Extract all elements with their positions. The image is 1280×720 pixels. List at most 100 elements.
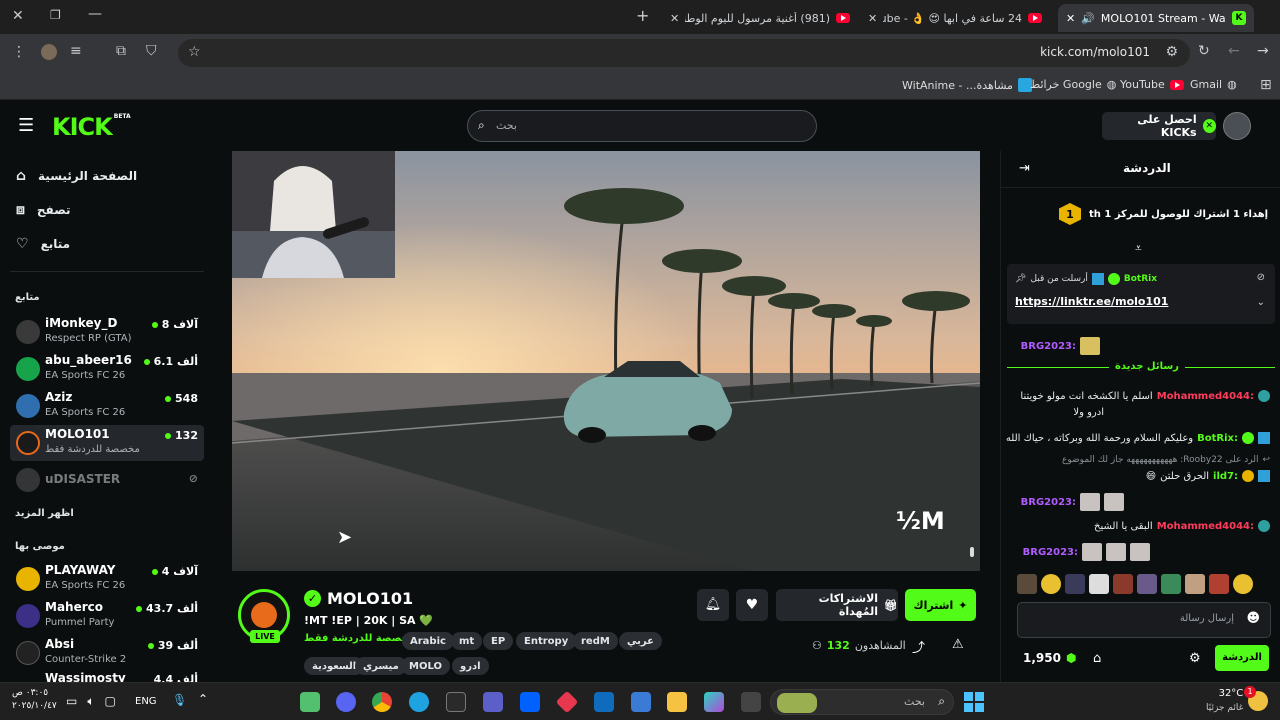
send-chat-button[interactable]: الدردشة	[1215, 645, 1269, 671]
profile-avatar[interactable]	[41, 44, 57, 60]
pinned-message[interactable]: 📌︎ أرسلت من قبل BotRix https://linktr.ee…	[1007, 264, 1275, 324]
recommended-channel-playaway[interactable]: PLAYAWAY EA Sports FC 26 آلاف 4	[10, 561, 204, 597]
collapse-chat-icon[interactable]: ⇥	[1019, 161, 1030, 176]
language-indicator[interactable]: ENG	[135, 696, 157, 707]
tab-national-song[interactable]: ✕ (981) أغنية مرسول لليوم الوطني	[662, 4, 858, 32]
bookmark-witanime[interactable]: مشاهدة... - WitAnime	[902, 78, 1032, 92]
volume-icon[interactable]	[970, 547, 974, 557]
chevron-down-icon[interactable]: ⌄	[1257, 297, 1265, 308]
channel-name[interactable]: MOLO101	[327, 589, 413, 608]
tag-molo[interactable]: MOLO	[401, 657, 450, 675]
user-avatar[interactable]	[1223, 112, 1251, 140]
close-tab-icon[interactable]: ✕	[1066, 12, 1075, 25]
close-tab-icon[interactable]: ✕	[868, 12, 877, 25]
search-input[interactable]: ⌕ بحث	[467, 110, 817, 142]
following-channel-aziz[interactable]: Aziz EA Sports FC 26 548	[10, 388, 204, 424]
tag-maysari[interactable]: ميسري	[355, 657, 407, 675]
reload-icon[interactable]: ↻	[1198, 43, 1210, 59]
hamburger-menu-icon[interactable]: ☰	[18, 115, 34, 136]
shield-icon[interactable]: ⛉	[146, 43, 157, 59]
edge-icon[interactable]	[409, 692, 429, 712]
extensions-icon[interactable]: ⧉	[116, 43, 126, 59]
weather-widget[interactable]: 32°C غائم جزئيًا	[1206, 687, 1243, 715]
start-button[interactable]	[964, 692, 984, 712]
tag-arabi[interactable]: عربي	[619, 632, 662, 650]
close-tab-icon[interactable]: ✕	[670, 12, 679, 25]
pinned-link[interactable]: https://linktr.ee/molo101	[1015, 295, 1168, 308]
bookmark-youtube[interactable]: YouTube	[1120, 78, 1184, 91]
chrome-icon[interactable]	[372, 692, 392, 712]
apps-grid-icon[interactable]: ⊞	[1260, 77, 1272, 93]
file-explorer-icon[interactable]	[667, 692, 687, 712]
task-view-icon[interactable]	[741, 692, 761, 712]
nav-browse[interactable]: ⧈ تصفح	[16, 199, 71, 221]
hide-pinned-icon[interactable]: ⊘	[1257, 272, 1265, 283]
outlook-icon[interactable]	[594, 692, 614, 712]
sub-goal-banner[interactable]: 1 إهداء 1 اشتراك للوصول للمركز 1 th	[1059, 203, 1268, 225]
store-icon[interactable]	[631, 692, 651, 712]
stream-category[interactable]: مخصصة للدردشة فقط	[304, 633, 415, 644]
restore-window-icon[interactable]: ❐	[50, 8, 61, 22]
notification-bell-button[interactable]: 🔔︎	[697, 589, 729, 621]
report-warning-icon[interactable]: ⚠	[952, 637, 964, 652]
site-settings-icon[interactable]: ⚙	[1165, 44, 1178, 60]
following-channel-udisaster[interactable]: uDISASTER ⊘	[10, 462, 204, 498]
taskbar-app-icon[interactable]	[300, 692, 320, 712]
new-tab-icon[interactable]: +	[636, 6, 649, 25]
video-player[interactable]: ½M ➤	[232, 151, 980, 571]
system-tray[interactable]: ▭ 🔈︎ ▢	[66, 694, 116, 709]
reply-reference: الرد على Rooby22: هههههههههههه جاز لك ال…	[1062, 455, 1270, 465]
forward-icon[interactable]: ←	[1228, 43, 1240, 59]
taskbar-search[interactable]: بحث ⌕	[770, 689, 954, 715]
copilot-icon[interactable]	[704, 692, 724, 712]
chevron-up-icon[interactable]: ⌃	[198, 692, 208, 706]
emote-bar[interactable]	[1017, 574, 1271, 596]
share-icon[interactable]: ⤴	[912, 637, 925, 656]
teams-icon[interactable]	[483, 692, 503, 712]
tag-adro[interactable]: ادرو	[452, 657, 489, 675]
gift-subs-button[interactable]: الاشتراكات المُهداة 🎁︎	[776, 589, 898, 621]
recommended-channel-maherco[interactable]: Maherco Pummel Party ألف 43.7	[10, 598, 204, 634]
epic-games-icon[interactable]	[446, 692, 466, 712]
bookmark-google-maps[interactable]: خرائط Google ◍	[1030, 78, 1116, 91]
expand-goal-icon[interactable]: ⩡	[1135, 241, 1142, 256]
show-more-link[interactable]: اظهر المزيد	[15, 508, 74, 519]
store-icon[interactable]: ⌂	[1093, 651, 1101, 666]
tab-molo101-stream[interactable]: ✕ 🔊 MOLO101 Stream - Watch L K	[1058, 4, 1254, 32]
discord-icon[interactable]	[336, 692, 356, 712]
kick-logo[interactable]: KICK BETA	[52, 113, 131, 141]
bookmark-star-icon[interactable]: ☆	[188, 44, 201, 60]
media-control-icon[interactable]: ≡	[70, 43, 82, 59]
emoji-picker-icon[interactable]: ☻	[1246, 611, 1260, 626]
minimize-window-icon[interactable]: —	[88, 6, 102, 22]
audio-playing-icon[interactable]: 🔊	[1081, 12, 1095, 25]
nav-following[interactable]: ♡ متابع	[16, 233, 70, 255]
nav-home[interactable]: ⌂ الصفحة الرئيسية	[16, 165, 137, 187]
address-bar[interactable]: ☆ kick.com/molo101 ⚙	[178, 39, 1190, 67]
clock[interactable]: ٠٣:٠٥ ص ٢٠٢٥/١٠/٤٧	[12, 687, 57, 713]
following-channel-imonkey[interactable]: iMonkey_D Respect RP (GTA) آلاف 8	[10, 314, 204, 350]
close-window-icon[interactable]: ✕	[12, 8, 24, 24]
following-channel-molo101[interactable]: MOLO101 مخصصة للدردشة فقط 132	[10, 425, 204, 461]
dropbox-icon[interactable]	[520, 692, 540, 712]
get-kicks-button[interactable]: احصل على KICKs ✕	[1102, 112, 1216, 140]
tag-ep[interactable]: EP	[483, 632, 514, 650]
follow-heart-button[interactable]: ♥	[736, 589, 768, 621]
app-diamond-icon[interactable]	[555, 690, 579, 714]
tag-redm[interactable]: redM	[573, 632, 618, 650]
back-icon[interactable]: →	[1257, 43, 1269, 59]
tab-abha-video[interactable]: ✕ 24 ساعة في ابها 😍 👌 - YouTube	[860, 4, 1050, 32]
tag-mt[interactable]: mt	[451, 632, 483, 650]
subscribe-button[interactable]: اشتراك ✦	[905, 589, 976, 621]
chat-settings-gear-icon[interactable]: ⚙	[1189, 651, 1201, 666]
menu-dots-icon[interactable]: ⋮	[12, 44, 26, 60]
recommended-channel-wassimosty[interactable]: Wassimosty ألف 4.4	[10, 669, 204, 682]
following-channel-abu-abeer[interactable]: abu_abeer16 EA Sports FC 26 ألف 6.1	[10, 351, 204, 387]
chat-input[interactable]: إرسال رسالة ☻	[1017, 602, 1271, 638]
recommended-channel-absi[interactable]: Absi Counter-Strike 2 ألف 39	[10, 635, 204, 671]
tag-entropy[interactable]: Entropy	[516, 632, 577, 650]
microphone-icon[interactable]: 🎙︎	[172, 693, 187, 707]
tag-arabic[interactable]: Arabic	[402, 632, 454, 650]
bookmark-gmail[interactable]: Gmail ◍	[1190, 78, 1237, 91]
kicks-balance[interactable]: 1,950 ⬢	[1023, 651, 1076, 665]
